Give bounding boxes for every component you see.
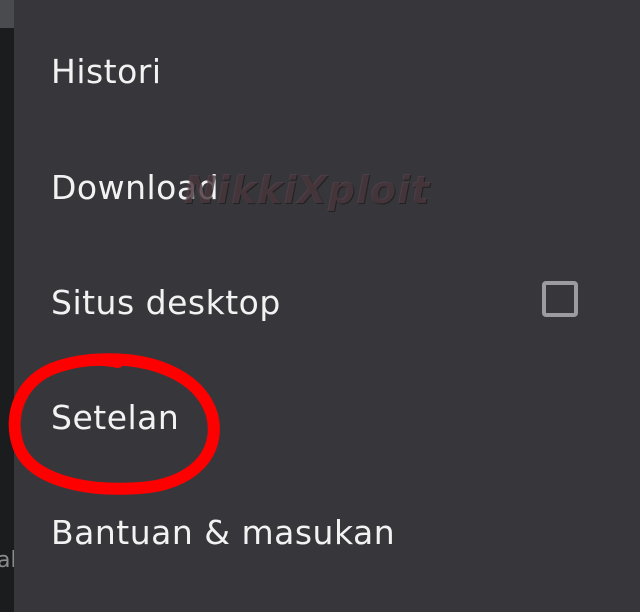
menu-item-help-feedback[interactable]: Bantuan & masukan [14,475,640,590]
menu-item-label: Download [51,168,220,207]
menu-item-downloads[interactable]: Download [14,130,640,245]
overflow-menu: Histori Download Situs desktop Setelan B… [14,0,640,612]
desktop-site-checkbox[interactable] [542,281,578,317]
menu-item-label: Situs desktop [51,283,281,322]
background-toolbar-edge [0,0,14,28]
background-page-edge: ak [0,0,23,612]
menu-item-label: Bantuan & masukan [51,513,396,552]
menu-item-history[interactable]: Histori [14,14,640,129]
menu-item-label: Histori [51,52,162,91]
menu-item-settings[interactable]: Setelan [14,360,640,475]
screen: ak Histori Download Situs desktop Setela… [0,0,640,612]
menu-item-label: Setelan [51,398,180,437]
